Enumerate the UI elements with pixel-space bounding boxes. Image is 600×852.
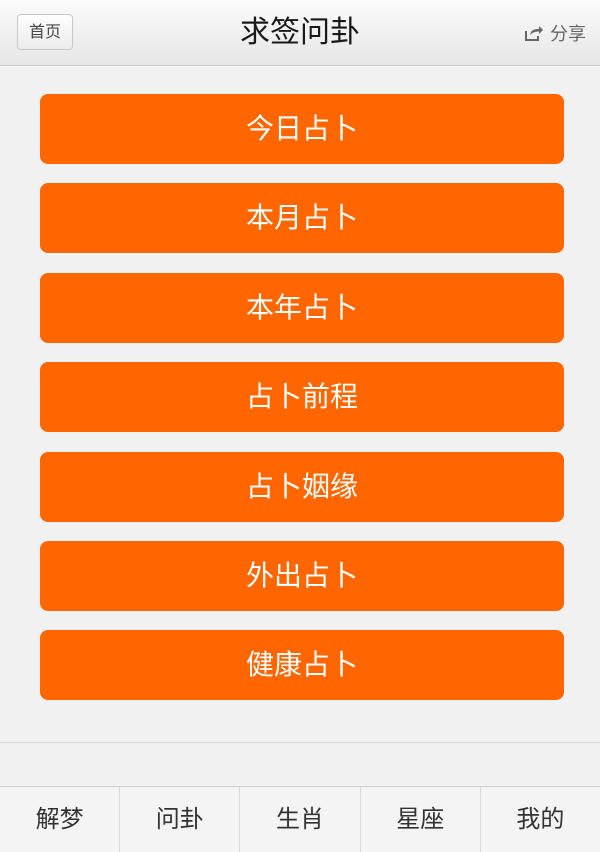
share-icon [525, 26, 543, 41]
share-button[interactable]: 分享 [524, 20, 586, 46]
tab-zodiac[interactable]: 生肖 [240, 787, 361, 852]
tab-divination[interactable]: 问卦 [120, 787, 241, 852]
tab-dream[interactable]: 解梦 [0, 787, 121, 852]
page-title: 求签问卦 [240, 15, 360, 50]
menu-item-travel[interactable]: 外出占卜 [40, 540, 564, 611]
menu-item-health[interactable]: 健康占卜 [40, 630, 564, 701]
tab-mine[interactable]: 我的 [481, 787, 600, 852]
tab-constellation[interactable]: 星座 [361, 787, 481, 852]
divination-menu: 今日占卜 本月占卜 本年占卜 占卜前程 占卜姻缘 外出占卜 健康占卜 [40, 94, 564, 720]
menu-item-year[interactable]: 本年占卜 [40, 272, 564, 343]
menu-item-today[interactable]: 今日占卜 [40, 94, 564, 164]
menu-item-marriage[interactable]: 占卜姻缘 [40, 451, 564, 522]
menu-item-month[interactable]: 本月占卜 [40, 183, 564, 254]
bottom-tab-bar: 解梦 问卦 生肖 星座 我的 [0, 786, 600, 852]
content-divider [0, 742, 600, 743]
share-label: 分享 [550, 24, 586, 45]
header-bar: 首页 求签问卦 分享 [0, 0, 600, 66]
menu-item-career[interactable]: 占卜前程 [40, 362, 564, 433]
